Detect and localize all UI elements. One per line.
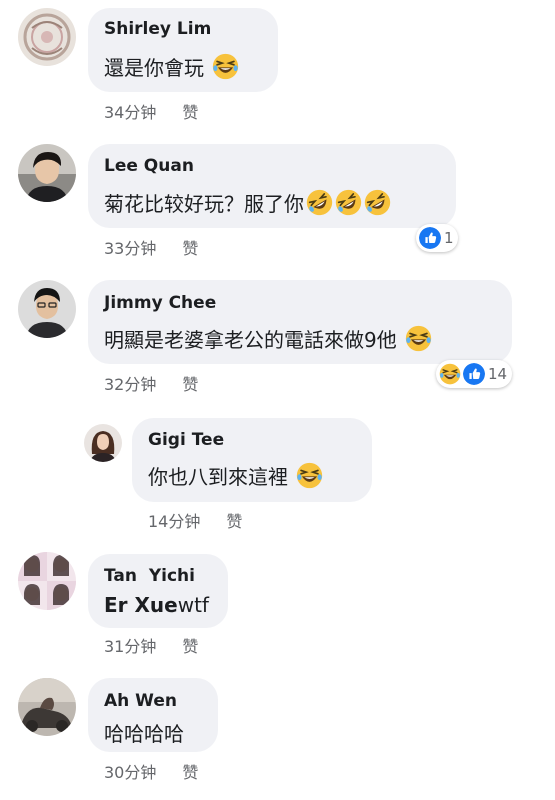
comment-timestamp[interactable]: 14分钟 (148, 512, 200, 531)
commenter-name[interactable]: Ah Wen (104, 691, 177, 711)
rofl-emoji-icon (364, 189, 391, 216)
like-link[interactable]: 赞 (226, 512, 242, 531)
laughing-emoji-icon (212, 53, 239, 80)
comment-meta: 34分钟 赞 (104, 99, 198, 123)
haha-reaction-icon (439, 363, 461, 385)
rofl-emoji-icon (335, 189, 362, 216)
avatar[interactable] (18, 552, 76, 610)
comment-text: 你也八到來這裡 (148, 461, 323, 490)
commenter-name[interactable]: Lee Quan (104, 156, 194, 176)
comment-text: 哈哈哈哈 (104, 718, 184, 747)
avatar[interactable] (18, 678, 76, 736)
like-link[interactable]: 赞 (182, 103, 198, 122)
rofl-emoji-icon (306, 189, 333, 216)
comment-meta: 30分钟 赞 (104, 759, 198, 783)
comment-text-content: 哈哈哈哈 (104, 722, 184, 746)
laughing-emoji-icon (296, 462, 323, 489)
comment-meta: 31分钟 赞 (104, 633, 198, 657)
comment-text: 還是你會玩 (104, 52, 239, 81)
commenter-name[interactable]: Gigi Tee (148, 430, 224, 450)
comment-timestamp[interactable]: 30分钟 (104, 763, 156, 782)
reaction-count: 14 (488, 365, 508, 383)
comment-text-content: 菊花比较好玩？服了你 (104, 192, 304, 216)
comment-text: 菊花比较好玩？服了你 (104, 188, 391, 217)
commenter-name[interactable]: Shirley Lim (104, 19, 211, 39)
comment-text: 明顯是老婆拿老公的電話來做9他 (104, 324, 432, 353)
reaction-summary[interactable]: 14 (436, 360, 512, 388)
commenter-name[interactable]: Tan Yichi (104, 566, 195, 586)
reaction-count: 1 (444, 229, 454, 247)
comment-text-content: 明顯是老婆拿老公的電話來做9他 (104, 328, 397, 352)
like-link[interactable]: 赞 (182, 375, 198, 394)
mentioned-user-link[interactable]: Er Xue (104, 593, 178, 617)
comment-text-content: 還是你會玩 (104, 56, 204, 80)
like-link[interactable]: 赞 (182, 763, 198, 782)
like-link[interactable]: 赞 (182, 239, 198, 258)
comment-text-content: 你也八到來這裡 (148, 465, 288, 489)
comment-text-content: wtf (177, 593, 209, 617)
avatar[interactable] (18, 280, 76, 338)
avatar[interactable] (84, 424, 122, 462)
comment-text: Er Xue wtf (104, 593, 209, 617)
like-link[interactable]: 赞 (182, 637, 198, 656)
comment-timestamp[interactable]: 31分钟 (104, 637, 156, 656)
comment-meta: 33分钟 赞 (104, 235, 198, 259)
like-reaction-icon (463, 363, 485, 385)
comment-meta: 32分钟 赞 (104, 371, 198, 395)
comment-meta: 14分钟 赞 (148, 508, 242, 532)
comment-timestamp[interactable]: 33分钟 (104, 239, 156, 258)
comment-timestamp[interactable]: 34分钟 (104, 103, 156, 122)
laughing-emoji-icon (405, 325, 432, 352)
reaction-summary[interactable]: 1 (416, 224, 458, 252)
avatar[interactable] (18, 144, 76, 202)
comment-timestamp[interactable]: 32分钟 (104, 375, 156, 394)
commenter-name[interactable]: Jimmy Chee (104, 293, 216, 313)
like-reaction-icon (419, 227, 441, 249)
avatar[interactable] (18, 8, 76, 66)
